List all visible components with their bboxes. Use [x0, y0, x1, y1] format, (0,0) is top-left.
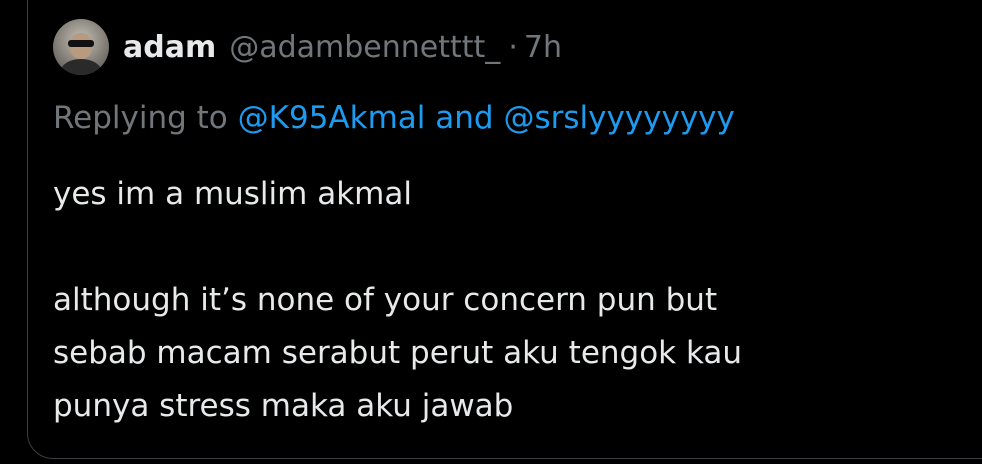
replying-to: Replying to @K95Akmal and @srslyyyyyyyy — [53, 100, 735, 136]
tweet-text-line: sebab macam serabut perut aku tengok kau — [53, 335, 743, 371]
user-handle[interactable]: @adambennetttt_ — [229, 30, 500, 65]
tweet-text-line: although it’s none of your concern pun b… — [53, 282, 718, 318]
mention-link-1[interactable]: @K95Akmal — [238, 100, 426, 136]
avatar[interactable] — [53, 19, 109, 75]
mention-link-2[interactable]: @srslyyyyyyyy — [503, 100, 734, 136]
tweet-text-line: punya stress maka aku jawab — [53, 388, 514, 424]
display-name[interactable]: adam — [123, 30, 216, 65]
avatar-body — [61, 59, 101, 75]
tweet-body: yes im a muslim akmal although it’s none… — [53, 168, 953, 433]
tweet-text-line: yes im a muslim akmal — [53, 176, 412, 212]
timestamp[interactable]: 7h — [524, 30, 562, 65]
avatar-sunglasses — [68, 40, 94, 47]
replying-to-prefix: Replying to — [53, 100, 228, 136]
tweet-header: adam @adambennetttt_ · 7h — [53, 19, 562, 75]
replying-to-and: and — [435, 100, 494, 136]
separator-dot: · — [508, 29, 518, 65]
